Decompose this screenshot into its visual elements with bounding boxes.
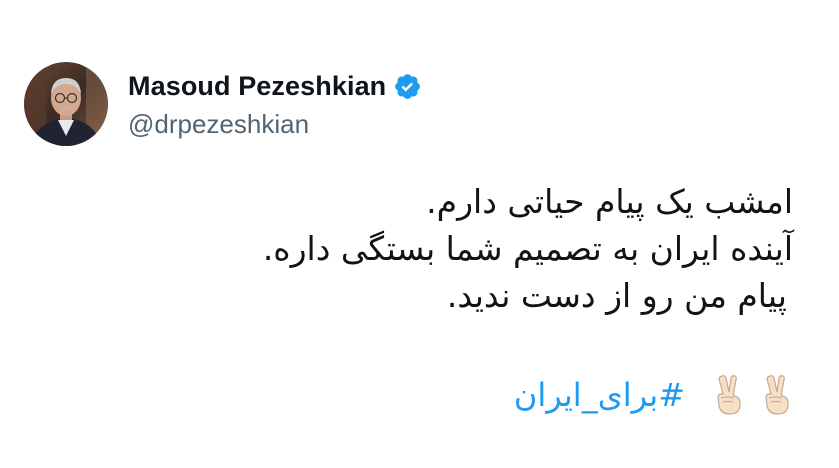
tweet-card: Masoud Pezeshkian @drpezeshkian امشب یک … bbox=[0, 0, 839, 468]
tweet-tags-row: #برای_ایران bbox=[514, 374, 795, 416]
user-avatar[interactable] bbox=[24, 62, 108, 146]
name-row: Masoud Pezeshkian bbox=[128, 69, 422, 105]
tweet-text-line: امشب یک پیام حیاتی دارم. bbox=[426, 182, 793, 221]
tweet-text-line: پیام من رو از دست ندید. bbox=[446, 276, 787, 315]
tweet-text-line: آینده ایران به تصمیم شما بستگی داره. bbox=[262, 229, 793, 268]
tweet-text: امشب یک پیام حیاتی دارم. آینده ایران به … bbox=[173, 178, 793, 319]
victory-hand-light-skin-icon bbox=[761, 374, 795, 416]
author-names: Masoud Pezeshkian @drpezeshkian bbox=[128, 69, 422, 140]
victory-hand-light-skin-icon bbox=[713, 374, 747, 416]
hashtag-link[interactable]: #برای_ایران bbox=[514, 376, 685, 414]
user-handle[interactable]: @drpezeshkian bbox=[128, 109, 422, 140]
display-name[interactable]: Masoud Pezeshkian bbox=[128, 71, 386, 102]
tweet-header: Masoud Pezeshkian @drpezeshkian bbox=[24, 62, 422, 146]
verified-badge-icon bbox=[393, 72, 422, 101]
